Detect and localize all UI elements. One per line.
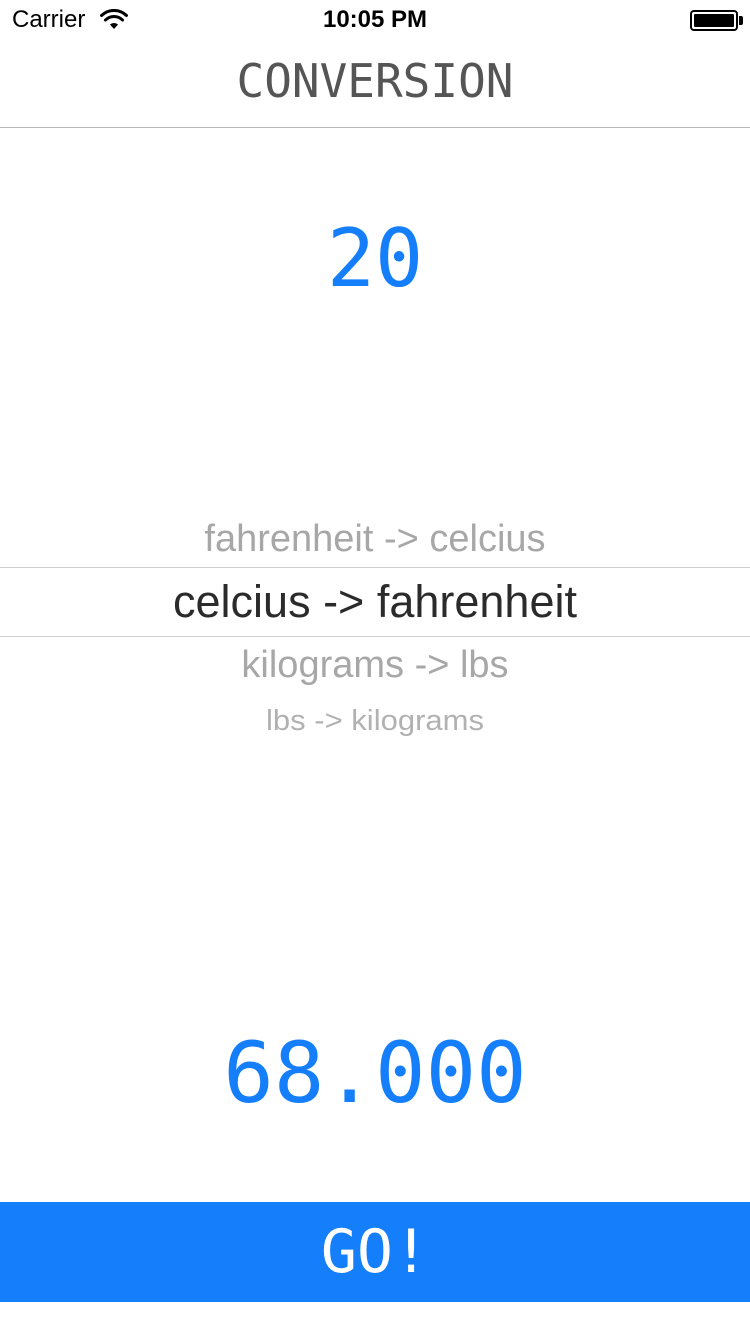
- picker-option-selected[interactable]: celcius -> fahrenheit: [0, 576, 750, 628]
- status-time: 10:05 PM: [322, 6, 428, 33]
- go-button[interactable]: GO!: [0, 1202, 750, 1302]
- result-value: 68.000: [223, 1024, 527, 1122]
- status-bar: Carrier 10:05 PM: [0, 0, 750, 40]
- input-value-field[interactable]: 20: [0, 212, 750, 305]
- picker-selection-line-top: [0, 567, 750, 568]
- battery-icon: [690, 10, 738, 31]
- picker-option[interactable]: kilograms -> lbs: [0, 644, 750, 687]
- picker-option[interactable]: fahrenheit -> celcius: [0, 518, 750, 561]
- battery-level: [694, 14, 734, 27]
- picker-selection-line-bottom: [0, 636, 750, 637]
- nav-divider: [0, 127, 750, 128]
- page-title: CONVERSION: [236, 54, 514, 108]
- battery-tip: [739, 16, 743, 25]
- conversion-screen: Carrier 10:05 PM CONVERSION 20 fahrenhei…: [0, 0, 750, 1334]
- picker-option[interactable]: lbs -> kilograms: [0, 704, 750, 737]
